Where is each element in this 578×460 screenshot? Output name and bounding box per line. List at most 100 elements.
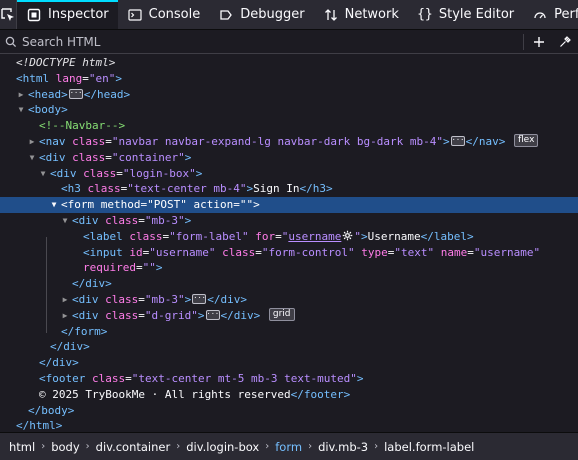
tree-node-footer-text[interactable]: © 2025 TryBookMe · All rights reserved</… [0,387,578,403]
attr-value: en [95,71,109,85]
attr-name: class [222,245,256,259]
attr-name: class [72,134,106,148]
tab-debugger[interactable]: Debugger [209,0,313,29]
tree-node-nav[interactable]: ▶ <nav class="navbar navbar-expand-lg na… [0,134,578,150]
node-text: Username [367,229,421,243]
breadcrumb-item[interactable]: label.form-label [379,440,479,454]
attr-value: navbar navbar-expand-lg navbar-dark bg-d… [118,134,437,148]
tree-node-body-close[interactable]: </body> [0,403,578,419]
tab-console[interactable]: Console [118,0,210,29]
attr-value: text [400,245,428,259]
attr-name: class [92,371,126,385]
debugger-icon [218,7,234,23]
attr-name: class [105,292,139,306]
search-icon [0,36,22,48]
breadcrumb-item[interactable]: div.container [91,440,176,454]
search-html-input[interactable] [22,34,521,49]
collapsed-ellipsis-button[interactable]: ··· [450,135,465,146]
tree-node-h3[interactable]: <h3 class="text-center mb-4">Sign In</h3… [0,181,578,197]
collapsed-ellipsis-button[interactable]: ··· [192,293,207,304]
node-text: © 2025 TryBookMe · All rights reserved [39,387,291,401]
tree-node-html-close[interactable]: </html> [0,418,578,432]
tree-node-comment[interactable]: <!--Navbar--> [0,118,578,134]
attr-value: text-center mt-5 mb-3 text-muted [138,371,351,385]
attr-value: login-box [129,166,190,180]
attr-value: d-grid [151,308,192,322]
collapse-twisty-icon[interactable]: ▼ [38,166,48,182]
collapsed-ellipsis-button[interactable]: ··· [205,309,220,320]
tab-label: Console [148,7,201,22]
tree-node-login-box[interactable]: ▼ <div class="login-box"> [0,166,578,182]
collapse-twisty-icon[interactable]: ▼ [27,150,37,166]
attr-name: class [105,308,139,322]
attr-value: POST [153,198,181,212]
attr-name: class [129,229,163,243]
breadcrumb-item-current[interactable]: form [270,440,307,454]
tree-node-body[interactable]: ▼ <body> [0,102,578,118]
tree-node-form-close[interactable]: </form> [0,324,578,340]
breadcrumb-item[interactable]: body [46,440,84,454]
tree-node-input-continued[interactable]: required=""> [0,260,578,276]
attr-name: class [87,182,121,196]
network-icon [323,7,339,23]
breadcrumb-item[interactable]: div.mb-3 [313,440,373,454]
element-picker-icon [1,7,14,21]
tree-node-div-dgrid[interactable]: ▶ <div class="d-grid"> ···</div> grid [0,308,578,324]
grid-badge[interactable]: grid [268,308,295,322]
collapse-twisty-icon[interactable]: ▼ [60,213,70,229]
attr-name: name [440,245,468,259]
breadcrumb-item[interactable]: html [4,440,40,454]
for-attr-link[interactable]: username [288,230,341,243]
tree-node-input[interactable]: <input id="username" class="form-control… [0,245,578,261]
element-picker-button[interactable] [0,0,17,29]
tab-performance[interactable]: Performance [523,0,578,29]
expand-twisty-icon[interactable]: ▶ [16,87,26,103]
collapsed-ellipsis-button[interactable]: ··· [68,88,83,99]
tag-close: </head> [83,87,131,101]
tree-node-login-box-close[interactable]: </div> [0,339,578,355]
breadcrumb-item[interactable]: div.login-box [181,440,264,454]
attr-name: action [193,198,234,212]
tree-node-container-close[interactable]: </div> [0,355,578,371]
tree-node-div-close[interactable]: </div> [0,276,578,292]
inspector-icon [26,7,42,23]
tag-open: <head> [28,87,68,101]
divider [523,33,524,50]
attr-name: lang [55,71,83,85]
tree-node-div-mb3[interactable]: ▼ <div class="mb-3"> [0,213,578,229]
collapse-twisty-icon[interactable]: ▼ [49,197,59,213]
attr-value: form-label [175,229,242,243]
tree-node-head[interactable]: ▶ <head> ···</head> [0,87,578,103]
tree-node-doctype[interactable]: <!DOCTYPE html> [0,55,578,71]
markup-tree: <!DOCTYPE html> <html lang="en"> ▶ <head… [0,55,578,432]
breadcrumb: html › body › div.container › div.login-… [0,432,578,460]
add-node-button[interactable] [526,30,552,54]
devtools-toolbar: Inspector Console Debugger Network {} St… [0,0,578,30]
tab-inspector[interactable]: Inspector [17,0,118,29]
attr-name: required [83,261,136,275]
attr-value: mb-3 [151,292,179,306]
tree-node-div-mb3-collapsed[interactable]: ▶ <div class="mb-3"> ···</div> [0,292,578,308]
search-bar [0,30,578,54]
flex-badge[interactable]: flex [514,134,539,148]
tab-network[interactable]: Network [314,0,408,29]
console-icon [127,7,143,23]
collapse-twisty-icon[interactable]: ▼ [16,102,26,118]
tree-node-label[interactable]: <label class="form-label" for="username "… [0,229,578,245]
gear-icon[interactable] [342,230,353,241]
tag-name: body [34,103,62,117]
expand-twisty-icon[interactable]: ▶ [60,292,70,308]
comment-text: <!--Navbar--> [39,119,126,133]
attr-name: id [129,245,143,259]
tree-node-form-selected[interactable]: ▼ <form method="POST" action=""> [0,197,578,213]
tree-node-container[interactable]: ▼ <div class="container"> [0,150,578,166]
expand-twisty-icon[interactable]: ▶ [60,308,70,324]
eyedropper-icon [560,35,571,47]
attr-name: class [72,150,106,164]
tab-style-editor[interactable]: {} Style Editor [408,0,523,29]
eyedropper-button[interactable] [552,30,578,54]
expand-twisty-icon[interactable]: ▶ [27,134,37,150]
tree-node-html[interactable]: <html lang="en"> [0,71,578,87]
attr-name: type [361,245,388,259]
tree-node-footer[interactable]: <footer class="text-center mt-5 mb-3 tex… [0,371,578,387]
